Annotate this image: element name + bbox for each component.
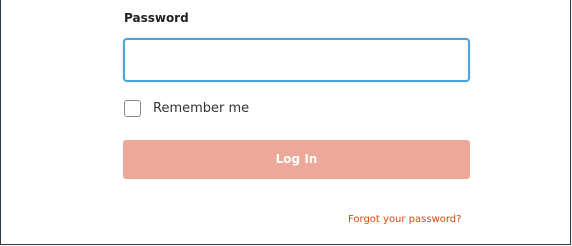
remember-me-row[interactable]: Remember me [123,98,249,118]
password-label: Password [124,11,189,25]
forgot-password-link[interactable]: Forgot your password? [348,214,461,225]
password-input[interactable] [123,38,470,82]
remember-me-checkbox[interactable] [124,99,141,117]
page-frame: Password Remember me Log In Forgot your … [0,0,571,245]
remember-me-label[interactable]: Remember me [153,101,249,116]
login-button[interactable]: Log In [123,140,470,179]
